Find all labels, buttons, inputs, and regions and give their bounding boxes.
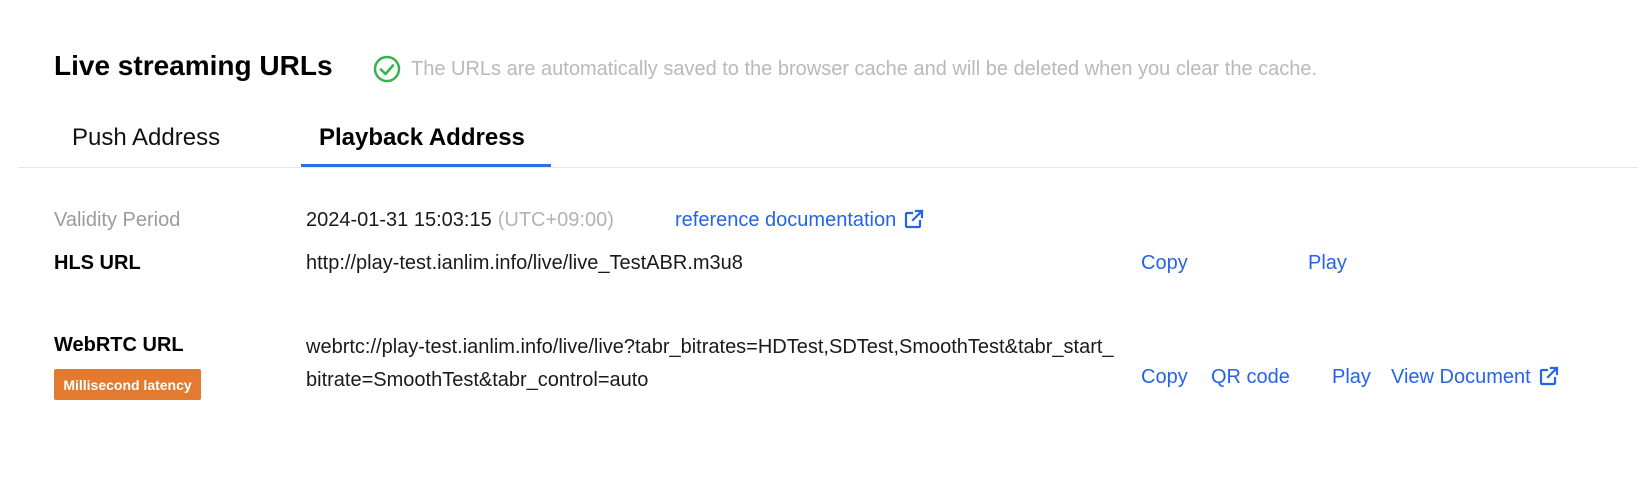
hls-copy-button[interactable]: Copy <box>1141 252 1188 275</box>
hls-url-value: http://play-test.ianlim.info/live/live_T… <box>306 252 743 274</box>
reference-documentation-link[interactable]: reference documentation <box>675 209 924 232</box>
tab-playback-address-label: Playback Address <box>319 124 525 151</box>
reference-documentation-label: reference documentation <box>675 209 897 231</box>
address-tabs: Push Address Playback Address <box>18 110 1638 168</box>
validity-period-value: 2024-01-31 15:03:15 (UTC+09:00) <box>306 209 614 232</box>
external-link-icon <box>904 209 924 229</box>
check-circle-icon <box>373 55 401 83</box>
active-tab-indicator <box>301 164 551 167</box>
page-title: Live streaming URLs <box>54 50 333 81</box>
hls-url-label: HLS URL <box>54 252 141 274</box>
validity-timezone: (UTC+09:00) <box>497 209 614 231</box>
millisecond-latency-badge: Millisecond latency <box>54 369 201 400</box>
webrtc-qr-code-button[interactable]: QR code <box>1211 366 1290 389</box>
tab-push-address-label: Push Address <box>72 124 221 151</box>
external-link-icon <box>1539 366 1559 386</box>
cache-notice-text: The URLs are automatically saved to the … <box>411 57 1318 80</box>
view-document-label: View Document <box>1391 366 1531 388</box>
validity-datetime: 2024-01-31 15:03:15 <box>306 209 492 231</box>
tab-push-address[interactable]: Push Address <box>72 124 220 152</box>
webrtc-play-button[interactable]: Play <box>1332 366 1371 389</box>
view-document-link[interactable]: View Document <box>1391 366 1559 389</box>
hls-play-button[interactable]: Play <box>1308 252 1347 275</box>
webrtc-url-value: webrtc://play-test.ianlim.info/live/live… <box>306 336 1114 391</box>
cache-notice: The URLs are automatically saved to the … <box>373 55 1317 83</box>
webrtc-url-label: WebRTC URL <box>54 334 184 356</box>
validity-period-label: Validity Period <box>54 209 181 231</box>
tab-playback-address[interactable]: Playback Address <box>301 124 551 167</box>
webrtc-copy-button[interactable]: Copy <box>1141 366 1188 389</box>
